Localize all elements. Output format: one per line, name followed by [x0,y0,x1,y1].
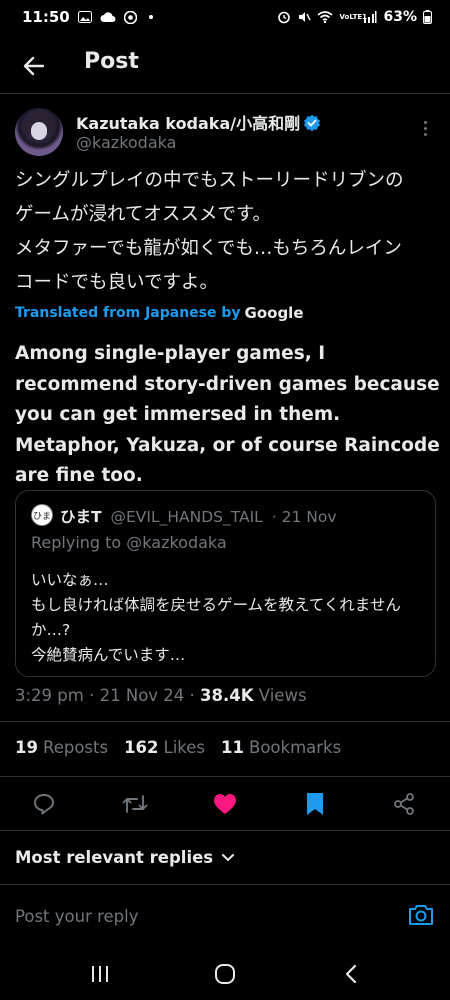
home-icon [215,964,235,984]
translation-attribution[interactable]: Translated from Japanese by Google [15,304,304,322]
quote-header: ひまT @EVIL_HANDS_TAIL · 21 Nov [60,505,337,527]
reply-input[interactable] [15,902,385,930]
bookmarks-label: Bookmarks [249,738,342,757]
top-header: Post [0,40,450,92]
verified-badge-icon [304,114,321,132]
author-name-text: Kazutaka kodaka/小高和剛 [76,114,301,133]
author-handle[interactable]: @kazkodaka [76,133,176,152]
more-options-button[interactable] [415,118,435,138]
post-time: 3:29 pm [15,686,84,705]
meta-divider [0,721,450,722]
camera-button[interactable] [408,903,434,927]
likes-stat[interactable]: 162 Likes [124,738,205,757]
post-actions [0,780,450,826]
post-date: 21 Nov 24 [99,686,185,705]
quote-avatar: ひま [31,504,53,526]
actions-divider [0,830,450,831]
replies-sort-label: Most relevant replies [15,848,214,867]
bookmark-icon [307,793,323,815]
mute-icon [299,12,312,22]
gallery-icon [77,11,92,23]
alarm-icon [278,11,291,24]
chrome-icon [123,10,137,24]
like-icon [214,794,236,814]
signal-icon [364,11,377,23]
header-divider [0,93,450,94]
chevron-down-icon [222,853,235,861]
reply-icon [34,794,54,815]
repost-button[interactable] [121,790,149,818]
page-title: Post [84,49,139,74]
like-button[interactable] [211,790,239,818]
views-label[interactable]: Views [259,686,307,705]
cloud-icon [100,12,116,22]
recents-button[interactable] [86,962,114,986]
back-icon [345,964,357,984]
translated-label: Translated from Japanese by [15,305,241,321]
post-author: Kazutaka kodaka/小高和剛 @kazkodaka [15,108,435,160]
quote-author-name: ひまT [60,508,102,526]
replies-divider [0,884,450,885]
stats-divider [0,776,450,777]
post-meta: 3:29 pm · 21 Nov 24 · 38.4K Views [15,686,307,705]
reposts-count: 19 [15,738,38,757]
network-label: VoLTE1 [339,12,368,21]
system-nav-bar [0,952,450,1000]
replies-sort-dropdown[interactable]: Most relevant replies [15,848,235,867]
quote-text: いいなぁ… もし良ければ体調を戻せるゲームを教えてくれませんか…? 今絶賛病んで… [31,571,401,664]
quote-replying-to: Replying to @kazkodaka [31,533,227,552]
likes-label: Likes [163,738,206,757]
back-button[interactable] [18,50,50,82]
recents-icon [92,966,108,982]
repost-icon [122,795,148,813]
quote-date: · 21 Nov [271,508,337,526]
battery-icon [423,10,432,24]
reposts-stat[interactable]: 19 Reposts [15,738,108,757]
system-back-button[interactable] [337,962,365,986]
status-bar: 11:50 VoLTE1 63% [0,0,450,34]
post-text: シングルプレイの中でもストーリードリブンの ゲームが浸れてオススメです。 メタフ… [15,170,404,293]
notification-dot-icon [148,15,153,19]
status-time: 11:50 [22,8,70,26]
battery-percent: 63% [383,9,417,25]
reply-button[interactable] [30,790,58,818]
reply-bar [0,900,450,934]
views-count: 38.4K [200,686,254,705]
reposts-label: Reposts [42,738,109,757]
wifi-icon [317,11,334,23]
translator-name: Google [244,304,304,322]
back-arrow-icon [23,56,45,76]
quoted-post[interactable]: ひま ひまT @EVIL_HANDS_TAIL · 21 Nov Replyin… [15,490,436,677]
home-button[interactable] [211,962,239,986]
avatar[interactable] [15,108,63,156]
camera-icon [409,905,433,925]
likes-count: 162 [124,738,159,757]
bookmarks-count: 11 [221,738,244,757]
translation-text: Among single-player games, I recommend s… [15,343,440,486]
quote-author-handle: @EVIL_HANDS_TAIL [110,508,263,526]
post-stats: 19 Reposts 162 Likes 11 Bookmarks [15,738,341,757]
more-icon [423,120,427,124]
bookmarks-stat[interactable]: 11 Bookmarks [221,738,341,757]
author-name[interactable]: Kazutaka kodaka/小高和剛 [76,110,321,134]
bookmark-button[interactable] [301,790,329,818]
share-icon [394,793,414,815]
share-button[interactable] [390,790,418,818]
